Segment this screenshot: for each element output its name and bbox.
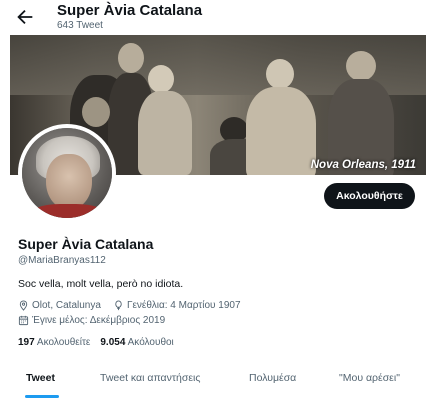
avatar-shirt: [28, 204, 108, 218]
following-link[interactable]: 197 Ακολουθείτε: [18, 337, 90, 348]
back-button[interactable]: [14, 6, 36, 28]
tab-media[interactable]: Πολυμέσα: [249, 372, 296, 384]
joined-item: Έγινε μέλος: Δεκέμβριος 2019: [18, 315, 165, 326]
profile-bio: Soc vella, molt vella, però no idiota.: [18, 278, 184, 290]
following-label: Ακολουθείτε: [36, 337, 91, 348]
location-pin-icon: [18, 300, 29, 311]
profile-avatar[interactable]: [18, 124, 116, 222]
joined-text: Έγινε μέλος: Δεκέμβριος 2019: [32, 315, 166, 326]
tab-tweets[interactable]: Tweet: [26, 372, 55, 384]
follow-stats: 197 Ακολουθείτε 9.054 Ακόλουθοι: [18, 337, 184, 348]
banner-figure-head: [118, 43, 144, 73]
profile-meta-row: Olot, Catalunya Γενέθλια: 4 Μαρτίου 1907: [18, 300, 253, 311]
followers-link[interactable]: 9.054 Ακόλουθοι: [100, 337, 173, 348]
location-item: Olot, Catalunya: [18, 300, 101, 311]
followers-count: 9.054: [100, 337, 126, 348]
followers-label: Ακόλουθοι: [127, 337, 174, 348]
birthday-item: Γενέθλια: 4 Μαρτίου 1907: [113, 300, 241, 311]
tweet-count: 643 Tweet: [57, 20, 103, 31]
tab-likes[interactable]: "Μου αρέσει": [339, 372, 400, 384]
profile-meta-row-joined: Έγινε μέλος: Δεκέμβριος 2019: [18, 315, 177, 326]
follow-button[interactable]: Ακολουθήστε: [324, 183, 415, 209]
arrow-left-icon: [17, 9, 33, 25]
balloon-icon: [113, 300, 124, 311]
location-text: Olot, Catalunya: [32, 300, 101, 311]
top-bar: Super Àvia Catalana 643 Tweet: [0, 0, 428, 36]
profile-handle: @MariaBranyas112: [18, 255, 106, 266]
banner-figure: [246, 87, 316, 175]
birthday-text: Γενέθλια: 4 Μαρτίου 1907: [126, 300, 241, 311]
active-tab-indicator: [25, 395, 59, 398]
banner-figure-head: [148, 65, 174, 93]
profile-tabs: Tweet Tweet και απαντήσεις Πολυμέσα "Μου…: [0, 366, 428, 400]
banner-figure: [138, 91, 192, 175]
tab-tweets-replies[interactable]: Tweet και απαντήσεις: [100, 372, 200, 384]
avatar-face: [46, 154, 92, 210]
profile-name: Super Àvia Catalana: [18, 236, 154, 252]
banner-figure-head: [266, 59, 294, 89]
following-count: 197: [18, 337, 35, 348]
banner-caption: Nova Orleans, 1911: [310, 159, 416, 171]
banner-figure-head: [82, 97, 110, 127]
header-name: Super Àvia Catalana: [57, 2, 203, 19]
calendar-icon: [18, 315, 29, 326]
banner-figure-head: [346, 51, 376, 81]
